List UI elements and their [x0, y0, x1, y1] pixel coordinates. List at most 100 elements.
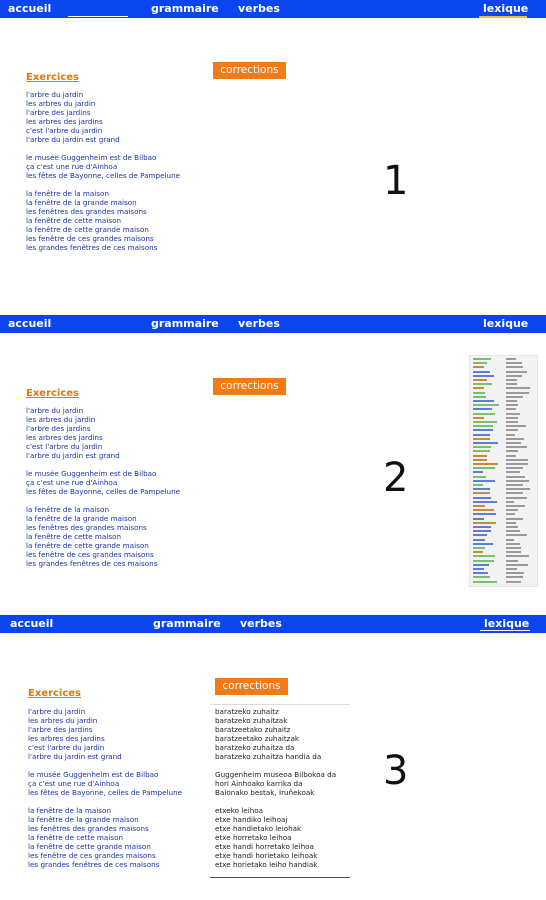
list-item: c'est l'arbre du jardin	[26, 126, 103, 135]
nav-lexique[interactable]: lexique	[483, 315, 528, 333]
list-item: la fenêtre de cette grande maison	[28, 842, 151, 851]
thumbnail-row	[470, 442, 537, 445]
corrections-list: baratzeko zuhaitz baratzeko zuhaitzak ba…	[215, 707, 336, 869]
nav-accueil[interactable]: accueil	[8, 0, 51, 18]
thumbnail-text-line	[473, 496, 491, 499]
thumbnail-text-line	[473, 542, 493, 545]
list-item: les grandes fenêtres de ces maisons	[28, 860, 160, 869]
thumbnail-text-line	[473, 412, 496, 415]
thumbnail-text-line	[506, 450, 519, 453]
list-item: l'arbre du jardin	[26, 406, 84, 415]
thumbnail-text-line	[473, 450, 491, 453]
thumbnail-text-line	[506, 526, 519, 528]
thumbnail-text-line	[506, 572, 524, 575]
list-item: la fenêtre de cette grande maison	[26, 541, 149, 550]
exercises-title: Exercices	[26, 72, 80, 83]
nav-verbes[interactable]: verbes	[238, 315, 280, 333]
correction-item: baratzeko zuhaitz	[215, 707, 279, 716]
thumbnail-text-line	[473, 442, 499, 444]
thumbnail-text-line	[473, 492, 491, 495]
thumbnail-text-line	[506, 475, 525, 478]
thumbnail-text-line	[506, 379, 517, 381]
thumbnail-text-line	[506, 484, 524, 486]
thumbnail-text-line	[506, 534, 527, 537]
thumbnail-text-line	[473, 362, 487, 365]
corrections-button[interactable]: corrections	[213, 378, 286, 395]
nav-accueil[interactable]: accueil	[8, 315, 51, 333]
thumbnail-text-line	[506, 433, 515, 436]
thumbnail-row	[470, 568, 537, 571]
thumbnail-text-line	[473, 416, 485, 419]
list-item: l'arbre du jardin est grand	[26, 135, 120, 144]
thumbnail-text-line	[473, 374, 494, 377]
correction-item: etxe horietako leiho handiak	[215, 860, 318, 869]
list-item: les fenêtre de ces grandes maisons	[26, 234, 154, 243]
thumbnail-row	[470, 412, 537, 416]
list-item: les arbres du jardin	[26, 99, 96, 108]
list-item: la fenêtre de cette maison	[26, 216, 122, 225]
thumbnail-text-line	[506, 467, 523, 470]
thumbnail-row	[470, 572, 537, 575]
thumbnail-text-line	[506, 437, 525, 440]
correction-item: etxe handi horretako leihoa	[215, 842, 314, 851]
list-item: les fenêtre de ces grandes maisons	[28, 851, 156, 860]
thumbnail-text-line	[473, 421, 498, 423]
exercise-list: l'arbre du jardin les arbres du jardin l…	[26, 406, 180, 568]
thumbnail-text-line	[473, 358, 491, 360]
thumbnail-text-line	[506, 488, 530, 491]
thumbnail-row	[470, 358, 537, 361]
nav-grammaire[interactable]: grammaire	[153, 615, 221, 633]
corrections-button[interactable]: corrections	[215, 678, 288, 695]
list-item: les fenêtres des grandes maisons	[28, 824, 149, 833]
thumbnail-text-line	[506, 446, 528, 449]
thumbnail-text-line	[506, 559, 519, 562]
thumbnail-row	[470, 433, 537, 437]
thumbnail-row	[470, 563, 537, 567]
thumbnail-row	[470, 492, 537, 495]
list-item: l'arbre des jardins	[26, 424, 91, 433]
thumbnail-row	[470, 391, 537, 395]
nav-verbes[interactable]: verbes	[238, 0, 280, 18]
corrections-button[interactable]: corrections	[213, 62, 286, 79]
thumbnail-row	[470, 383, 537, 386]
thumbnail-text-line	[473, 383, 492, 386]
thumbnail-text-line	[473, 547, 485, 549]
top-navbar: accueil grammaire verbes lexique	[0, 615, 546, 633]
thumbnail-row	[470, 517, 537, 521]
list-item: ça c'est une rue d'Ainhoa	[26, 478, 118, 487]
thumbnail-text-line	[506, 492, 524, 495]
thumbnail-row	[470, 580, 537, 584]
step-number: 2	[383, 455, 409, 501]
corrections-top-divider	[210, 704, 350, 705]
thumbnail-text-line	[473, 454, 487, 457]
thumbnail-text-line	[473, 513, 497, 516]
thumbnail-text-line	[506, 471, 520, 474]
nav-verbes[interactable]: verbes	[240, 615, 282, 633]
thumbnail-text-line	[506, 458, 528, 461]
list-item: l'arbre du jardin	[28, 707, 86, 716]
thumbnail-text-line	[473, 563, 489, 566]
thumbnail-text-line	[473, 475, 487, 478]
thumbnail-row	[470, 521, 537, 525]
thumbnail-text-line	[473, 580, 498, 583]
thumbnail-text-line	[506, 538, 514, 541]
nav-grammaire[interactable]: grammaire	[151, 315, 219, 333]
thumbnail-text-line	[506, 374, 522, 377]
nav-accueil[interactable]: accueil	[10, 615, 53, 633]
thumbnail-text-line	[473, 572, 488, 575]
thumbnail-row	[470, 475, 537, 479]
correction-item: baratzeko zuhaitzak	[215, 716, 288, 725]
thumbnail-row	[470, 429, 537, 432]
thumbnail-text-line	[473, 429, 494, 432]
thumbnail-row	[470, 446, 537, 449]
thumbnail-row	[470, 505, 537, 508]
thumbnail-text-line	[506, 551, 522, 554]
step-number: 3	[383, 748, 409, 794]
correction-item: etxe handi horietako leihoak	[215, 851, 318, 860]
list-item: les arbres du jardin	[26, 415, 96, 424]
list-item: ça c'est une rue d'Ainhoa	[26, 162, 118, 171]
thumbnail-text-line	[473, 526, 491, 528]
nav-grammaire[interactable]: grammaire	[151, 0, 219, 18]
list-item: l'arbre du jardin est grand	[26, 451, 120, 460]
list-item: le musée Guggenheim est de Bilbao	[26, 469, 157, 478]
